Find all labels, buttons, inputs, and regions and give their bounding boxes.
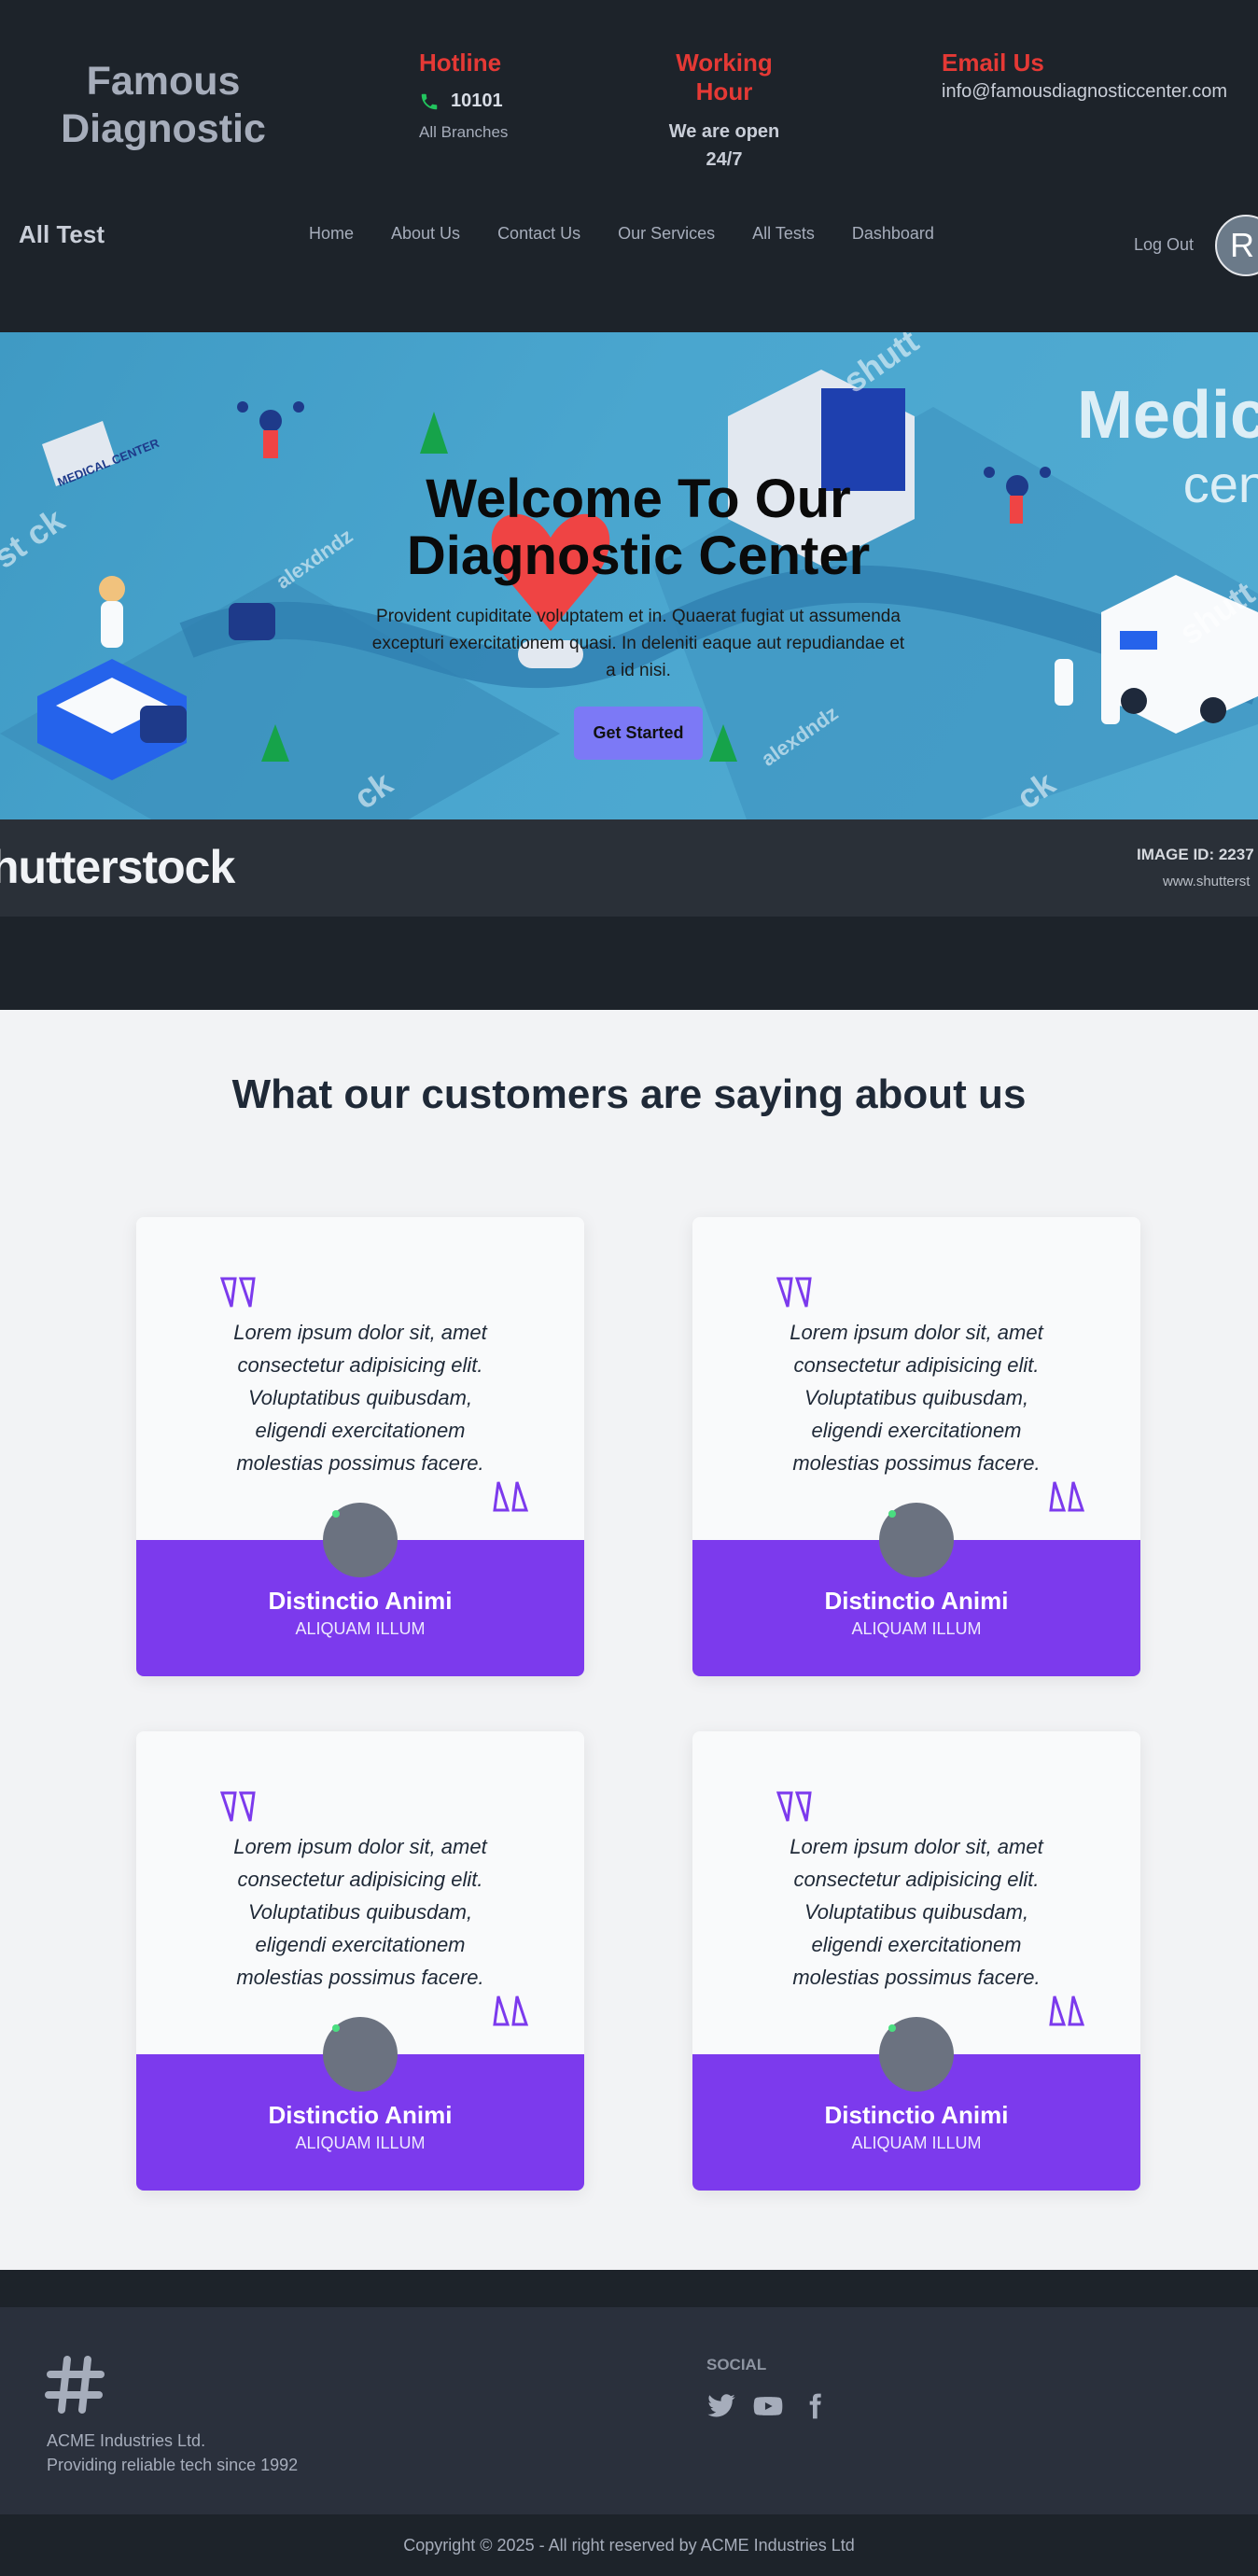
testimonial-avatar [323, 1503, 398, 1577]
footer-social-title: Social [706, 2356, 767, 2373]
testimonial-card: Lorem ipsum dolor sit, amet consectetur … [692, 1731, 1140, 2191]
testimonial-text: Lorem ipsum dolor sit, amet consectetur … [790, 1321, 1043, 1475]
hotline-number[interactable]: 10101 [451, 91, 503, 112]
testimonial-name: Distinctio Animi [268, 2101, 453, 2129]
testimonial-role: ALIQUAM ILLUM [295, 1619, 426, 1638]
testimonial-avatar [323, 2017, 398, 2092]
brand-name[interactable]: Famous Diagnostic [42, 58, 285, 153]
quote-close-icon [493, 1995, 528, 2026]
testimonial-role: ALIQUAM ILLUM [295, 2134, 426, 2152]
working-hour-text: We are open 24/7 [668, 121, 780, 170]
footer-company-info: ACME Industries Ltd. Providing reliable … [47, 2429, 298, 2477]
hash-logo-icon [45, 2356, 105, 2414]
nav-all-tests[interactable]: All Tests [752, 224, 815, 244]
testimonial-role: ALIQUAM ILLUM [851, 2134, 982, 2152]
testimonial-name: Distinctio Animi [824, 2101, 1009, 2129]
hero-title: Welcome To Our Diagnostic Center [406, 469, 871, 586]
image-url: www.shutterst [1163, 874, 1251, 889]
quote-close-icon [493, 1481, 528, 1512]
email-block: Email Us info@famousdiagnosticcenter.com [942, 49, 1227, 103]
email-address[interactable]: info@famousdiagnosticcenter.com [942, 81, 1227, 103]
nav-home[interactable]: Home [309, 224, 354, 244]
nav-our-services[interactable]: Our Services [618, 224, 715, 244]
footer-social-links [706, 2391, 830, 2421]
testimonial-card: Lorem ipsum dolor sit, amet consectetur … [136, 1217, 584, 1676]
image-credit-bar: hutterstock IMAGE ID: 2237 www.shutterst [0, 819, 1258, 917]
testimonials-heading: What our customers are saying about us [231, 1071, 1027, 1117]
phone-icon [421, 93, 438, 109]
section-divider [0, 917, 1258, 1010]
testimonial-card: Lorem ipsum dolor sit, amet consectetur … [692, 1217, 1140, 1676]
logout-button[interactable]: Log Out [1134, 235, 1194, 255]
footer-company-tagline: Providing reliable tech since 1992 [47, 2456, 299, 2474]
facebook-icon[interactable] [800, 2391, 830, 2421]
quote-close-icon [1049, 1481, 1084, 1512]
get-started-button[interactable]: Get Started [574, 707, 703, 760]
testimonial-role: ALIQUAM ILLUM [851, 1619, 982, 1638]
quote-close-icon [1049, 1995, 1084, 2026]
footer-company-name: ACME Industries Ltd. [47, 2431, 206, 2450]
hero-content: Welcome To Our Diagnostic Center Provide… [368, 470, 909, 760]
footer-divider [0, 2270, 1258, 2307]
hotline-block: Hotline 10101 All Branches [419, 49, 508, 142]
testimonial-text: Lorem ipsum dolor sit, amet consectetur … [233, 1321, 487, 1475]
testimonials-section: What our customers are saying about us L… [0, 1010, 1258, 2270]
hero-medical-text: Medic [1076, 378, 1258, 453]
working-hour-title: Working Hour [676, 49, 773, 105]
email-title: Email Us [942, 49, 1044, 77]
testimonial-name: Distinctio Animi [268, 1587, 453, 1615]
hero-description: Provident cupiditate voluptatem et in. Q… [371, 607, 905, 680]
image-id: IMAGE ID: 2237 [1137, 846, 1254, 863]
testimonial-avatar [879, 2017, 954, 2092]
nav-contact-us[interactable]: Contact Us [497, 224, 580, 244]
hotline-title: Hotline [419, 49, 502, 77]
testimonial-card: Lorem ipsum dolor sit, amet consectetur … [136, 1731, 584, 2191]
user-avatar[interactable]: R [1215, 215, 1258, 276]
twitter-icon[interactable] [706, 2391, 736, 2421]
testimonial-text: Lorem ipsum dolor sit, amet consectetur … [233, 1835, 487, 1989]
nav-dashboard[interactable]: Dashboard [852, 224, 934, 244]
copyright-text: Copyright © 2025 - All right reserved by… [0, 2514, 1258, 2576]
testimonial-text: Lorem ipsum dolor sit, amet consectetur … [790, 1835, 1043, 1989]
quote-open-icon [220, 1791, 256, 1822]
quote-open-icon [776, 1791, 812, 1822]
hero-banner: Medic cen MEDICAL CENTER shutt st ck ale… [0, 332, 1258, 819]
site-header: Famous Diagnostic Hotline 10101 All Bran… [0, 0, 1258, 332]
quote-open-icon [220, 1277, 256, 1308]
shutterstock-logo: hutterstock [0, 841, 235, 893]
quote-open-icon [776, 1277, 812, 1308]
nav-title[interactable]: All Test [19, 220, 105, 249]
main-nav: Home About Us Contact Us Our Services Al… [309, 224, 934, 244]
hotline-subtext: All Branches [419, 123, 509, 141]
testimonial-avatar [879, 1503, 954, 1577]
working-hour-block: Working Hour We are open 24/7 [650, 49, 799, 174]
testimonial-name: Distinctio Animi [824, 1587, 1009, 1615]
hero-center-text: cen [1182, 455, 1258, 513]
site-footer: ACME Industries Ltd. Providing reliable … [0, 2307, 1258, 2514]
youtube-icon[interactable] [753, 2391, 783, 2421]
nav-about-us[interactable]: About Us [391, 224, 460, 244]
